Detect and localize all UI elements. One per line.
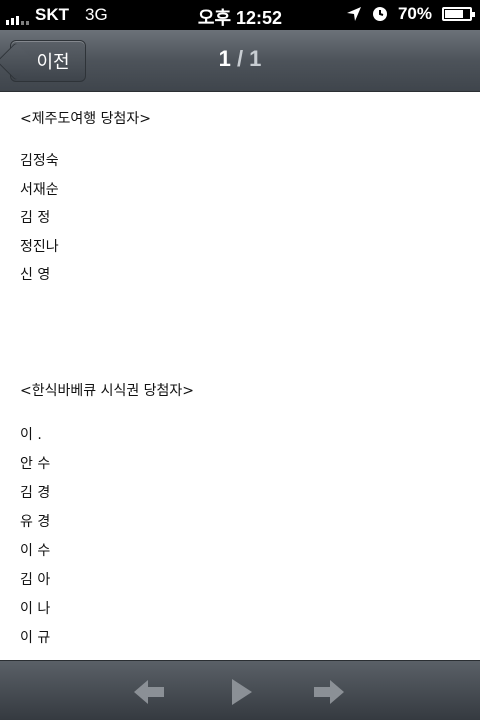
list-item: 이 나	[20, 601, 51, 617]
list-item: 이 수	[20, 543, 51, 559]
list-item: 이 규	[20, 630, 51, 646]
page-total: 1	[249, 46, 262, 71]
battery-level	[445, 10, 464, 18]
section-title-jeju-trip: <제주도여행 당첨자>	[20, 111, 151, 127]
list-item: 김정숙	[20, 153, 59, 169]
battery-percent: 70%	[397, 4, 432, 23]
page-separator: /	[230, 46, 250, 71]
navigation-bar: 이전 1 / 1	[0, 30, 480, 92]
list-item: 이 .	[20, 427, 42, 443]
bottom-toolbar	[0, 660, 480, 720]
arrow-left-icon[interactable]	[130, 676, 170, 708]
list-item: 김 경	[20, 485, 51, 501]
list-item: 신 영	[20, 267, 51, 283]
winner-list-jeju: 김정숙 서재순 김 정 정진나 신 영	[20, 151, 59, 294]
status-bar: SKT 3G 오후 12:52 70%	[0, 0, 480, 30]
section-title-bbq-voucher: <한식바베큐 시식권 당첨자>	[20, 383, 195, 399]
page-indicator: 1 / 1	[0, 46, 480, 72]
winner-list-bbq: 이 . 안 수 김 경 유 경 이 수 김 아 이 나 이 규	[20, 425, 50, 657]
page-current: 1	[218, 46, 231, 71]
list-item: 서재순	[20, 181, 59, 198]
status-right: 70%	[346, 4, 475, 24]
list-item: 김 아	[20, 572, 51, 588]
document-content[interactable]: <제주도여행 당첨자> 김정숙 서재순 김 정 정진나 신 영 <한식바베큐 시…	[0, 93, 480, 660]
arrow-right-icon[interactable]	[308, 676, 348, 708]
list-item: 김 정	[20, 210, 51, 226]
list-item: 정진나	[20, 238, 59, 255]
alarm-clock-icon	[372, 7, 387, 21]
list-item: 유 경	[20, 514, 51, 530]
battery-icon	[442, 7, 475, 21]
list-item: 안 수	[20, 456, 51, 472]
play-icon[interactable]	[220, 676, 260, 708]
location-arrow-icon	[346, 7, 361, 21]
